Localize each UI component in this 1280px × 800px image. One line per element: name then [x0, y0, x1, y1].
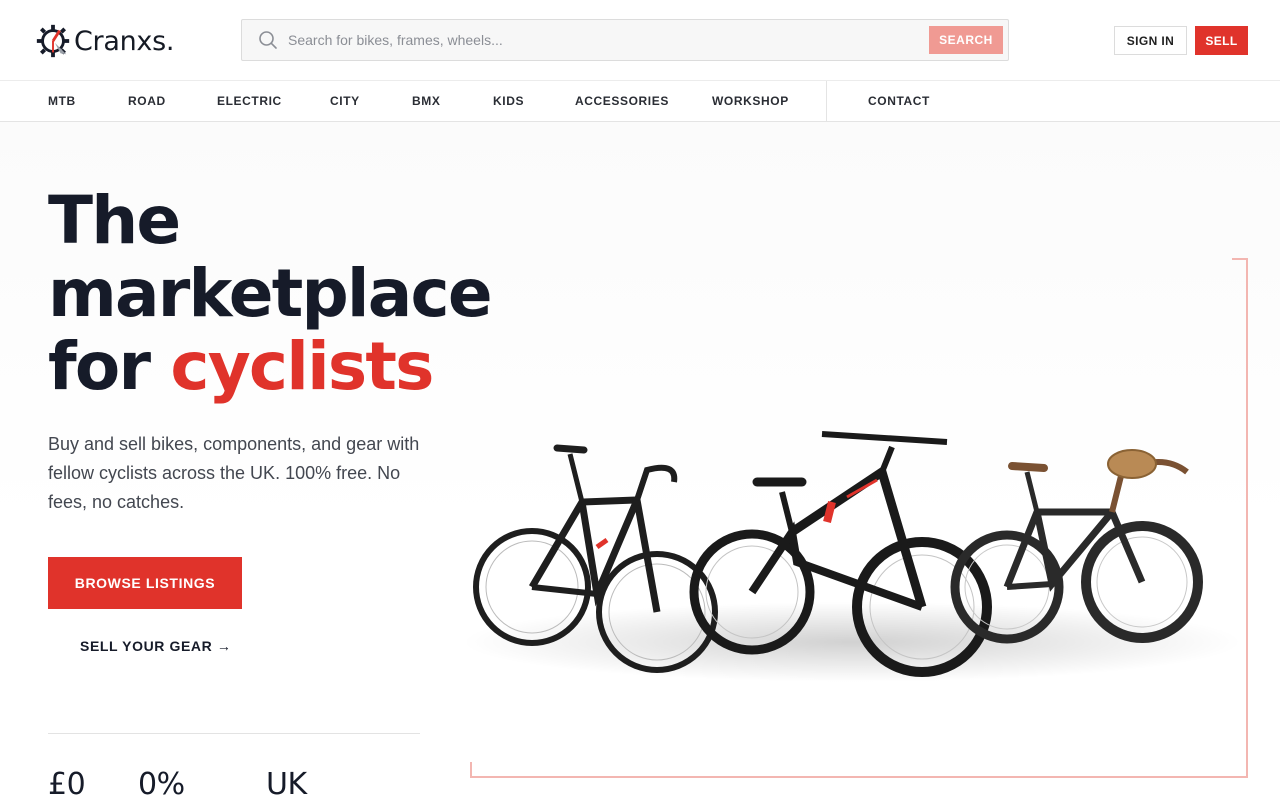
nav-item-road[interactable]: ROAD [128, 94, 166, 108]
stats-divider [48, 733, 420, 734]
brand-name: Cranxs. [74, 25, 175, 57]
nav-item-city[interactable]: CITY [330, 94, 360, 108]
category-nav: MTB ROAD ELECTRIC CITY BMX KIDS ACCESSOR… [0, 81, 1280, 122]
search-bar: SEARCH [241, 19, 1009, 61]
hero-section: The marketplace for cyclists Buy and sel… [0, 122, 1280, 800]
search-input[interactable] [288, 20, 968, 60]
sell-button[interactable]: SELL [1195, 26, 1248, 55]
stat-value-region: UK [266, 767, 307, 800]
nav-item-electric[interactable]: ELECTRIC [217, 94, 282, 108]
nav-item-bmx[interactable]: BMX [412, 94, 440, 108]
stat-value-fees: 0% [138, 767, 185, 800]
sell-your-gear-link[interactable]: SELL YOUR GEAR → [80, 638, 231, 654]
headline-accent: cyclists [170, 328, 434, 405]
nav-item-mtb[interactable]: MTB [48, 94, 76, 108]
headline-line-1: The [48, 182, 181, 259]
search-button[interactable]: SEARCH [929, 26, 1003, 54]
stat-value-price: £0 [48, 767, 86, 800]
hero-frame-accent [470, 762, 472, 778]
headline-line-2: marketplace [48, 255, 493, 332]
hero-headline: The marketplace for cyclists [48, 182, 493, 405]
sign-in-button[interactable]: SIGN IN [1114, 26, 1187, 55]
site-header: Cranxs. SEARCH SIGN IN SELL [0, 0, 1280, 81]
browse-listings-button[interactable]: BROWSE LISTINGS [48, 557, 242, 609]
headline-line-3: for [48, 328, 171, 405]
nav-item-contact[interactable]: CONTACT [868, 94, 930, 108]
hero-subtext: Buy and sell bikes, components, and gear… [48, 434, 420, 512]
hero-frame-accent [470, 776, 1248, 778]
nav-item-kids[interactable]: KIDS [493, 94, 524, 108]
search-icon [259, 31, 277, 49]
brand-logo[interactable]: Cranxs. [34, 22, 174, 60]
nav-divider [826, 81, 827, 122]
gear-logo-icon [36, 24, 70, 58]
nav-item-workshop[interactable]: WORKSHOP [712, 94, 789, 108]
hero-bikes-image [462, 431, 1242, 682]
nav-item-accessories[interactable]: ACCESSORIES [575, 94, 669, 108]
